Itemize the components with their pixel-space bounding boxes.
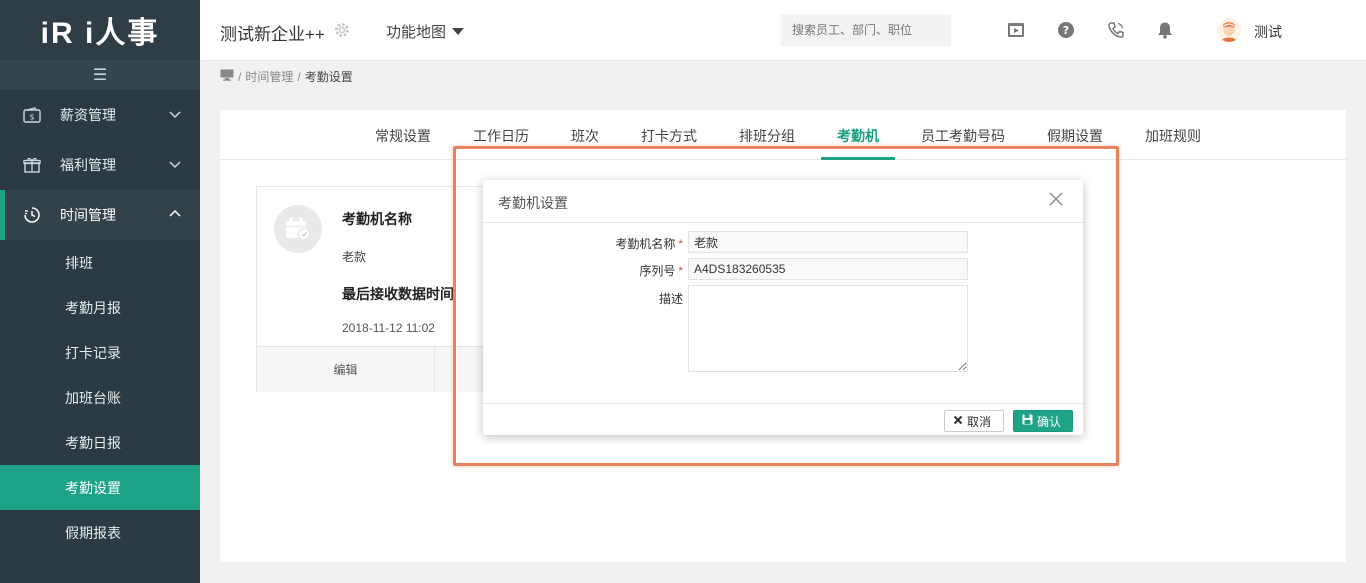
- sidebar-subitem-label: 加班台账: [65, 389, 121, 406]
- app-logo[interactable]: iR i人事: [0, 0, 200, 60]
- sidebar-subitem-label: 排班: [65, 254, 93, 271]
- chevron-up-icon: [168, 207, 182, 224]
- breadcrumb-parent[interactable]: 时间管理: [245, 68, 293, 85]
- close-icon[interactable]: [1047, 190, 1065, 208]
- phone-icon[interactable]: [1106, 20, 1126, 40]
- avatar[interactable]: [1217, 18, 1241, 42]
- sidebar: iR i人事 ☰ $ 薪资管理 福利管理 时间管理 排班 考勤月报 打卡记录 加…: [0, 0, 200, 583]
- dialog-header: 考勤机设置: [483, 180, 1083, 223]
- confirm-button[interactable]: 确认: [1013, 410, 1073, 432]
- clock-icon: [22, 206, 42, 224]
- sidebar-subitem-schedule[interactable]: 排班: [0, 240, 200, 285]
- sidebar-subitem-label: 打卡记录: [65, 344, 121, 361]
- serial-number-field-label: 序列号 *: [483, 262, 683, 279]
- gift-icon: [22, 156, 42, 174]
- sidebar-item-salary[interactable]: $ 薪资管理: [0, 90, 200, 140]
- caret-down-icon: [452, 23, 465, 40]
- username[interactable]: 测试: [1254, 22, 1282, 42]
- confirm-button-label: 确认: [1037, 414, 1062, 429]
- machine-name-value: 老款: [342, 250, 367, 264]
- active-tab-indicator: [821, 157, 895, 160]
- monitor-icon[interactable]: [220, 69, 234, 84]
- chevron-down-icon: [168, 107, 182, 124]
- sidebar-item-label: 薪资管理: [60, 107, 116, 123]
- close-icon: [953, 414, 963, 428]
- wallet-icon: $: [22, 106, 42, 124]
- tab-attendance-machine[interactable]: 考勤机: [837, 126, 879, 146]
- tab-punch-methods[interactable]: 打卡方式: [641, 126, 697, 146]
- sidebar-subitem-overtime-ledger[interactable]: 加班台账: [0, 375, 200, 420]
- last-received-label: 最后接收数据时间: [342, 286, 454, 302]
- edit-button-label: 编辑: [333, 363, 358, 377]
- sidebar-subitem-label: 考勤设置: [65, 479, 121, 496]
- help-icon[interactable]: ?: [1056, 20, 1076, 40]
- sidebar-item-benefits[interactable]: 福利管理: [0, 140, 200, 190]
- description-textarea[interactable]: [688, 285, 968, 372]
- sidebar-subitem-punch-records[interactable]: 打卡记录: [0, 330, 200, 375]
- tab-leave-settings[interactable]: 假期设置: [1047, 126, 1103, 146]
- machine-name-heading: 考勤机名称: [342, 211, 412, 227]
- calendar-check-icon: [274, 205, 322, 253]
- top-header: 测试新企业++ 功能地图 ? 测试: [200, 0, 1366, 61]
- sidebar-subitem-leave-report[interactable]: 假期报表: [0, 510, 200, 555]
- sidebar-item-time[interactable]: 时间管理: [0, 190, 200, 240]
- machine-name-input[interactable]: [688, 231, 968, 253]
- tab-general-settings[interactable]: 常规设置: [375, 126, 431, 146]
- hamburger-icon: ☰: [92, 67, 108, 84]
- video-icon[interactable]: [1006, 20, 1026, 40]
- required-mark: *: [678, 237, 683, 251]
- last-received-time: 2018-11-12 11:02: [342, 321, 435, 335]
- function-map-label: 功能地图: [386, 24, 447, 41]
- svg-text:$: $: [29, 113, 34, 122]
- dialog-footer: 取消 确认: [483, 403, 1083, 435]
- label-text: 描述: [658, 292, 683, 306]
- settings-tabs: 常规设置 工作日历 班次 打卡方式 排班分组 考勤机 员工考勤号码 假期设置 加…: [220, 110, 1346, 160]
- sidebar-subitem-label: 假期报表: [65, 524, 121, 541]
- company-name[interactable]: 测试新企业++: [220, 20, 325, 45]
- breadcrumb-current: 考勤设置: [304, 70, 353, 84]
- sidebar-subitem-label: 考勤日报: [65, 434, 121, 451]
- tab-schedule-groups[interactable]: 排班分组: [739, 126, 795, 146]
- breadcrumb-separator: /: [297, 69, 301, 84]
- sidebar-subitem-label: 考勤月报: [65, 299, 121, 316]
- bell-icon[interactable]: [1155, 20, 1175, 40]
- search-input[interactable]: [781, 14, 951, 46]
- breadcrumb: / 时间管理 / 考勤设置: [220, 68, 353, 85]
- label-text: 考勤机名称: [615, 237, 676, 251]
- sidebar-subitem-attendance-settings[interactable]: 考勤设置: [0, 465, 200, 510]
- menu-toggle[interactable]: ☰: [0, 60, 200, 90]
- sidebar-subitem-monthly-report[interactable]: 考勤月报: [0, 285, 200, 330]
- serial-number-input[interactable]: [688, 258, 968, 280]
- tab-shifts[interactable]: 班次: [571, 126, 599, 146]
- dialog-title: 考勤机设置: [498, 195, 568, 211]
- sidebar-bottom: [0, 563, 200, 583]
- label-text: 序列号: [639, 264, 676, 278]
- sidebar-item-label: 时间管理: [60, 207, 116, 223]
- save-icon: [1022, 414, 1033, 428]
- cancel-button-label: 取消: [967, 414, 992, 429]
- function-map-dropdown[interactable]: 功能地图: [386, 21, 465, 42]
- required-mark: *: [678, 264, 683, 278]
- sidebar-item-label: 福利管理: [60, 157, 116, 173]
- cancel-button[interactable]: 取消: [944, 410, 1004, 432]
- machine-name-field-label: 考勤机名称 *: [483, 235, 683, 252]
- chevron-down-icon: [168, 157, 182, 174]
- tab-work-calendar[interactable]: 工作日历: [473, 126, 529, 146]
- attendance-machine-settings-dialog: 考勤机设置 考勤机名称* 序列号* 描述 取消 确认: [483, 180, 1083, 435]
- edit-button[interactable]: 编辑: [257, 347, 435, 392]
- svg-text:?: ?: [1063, 24, 1069, 37]
- tab-employee-attendance-numbers[interactable]: 员工考勤号码: [921, 126, 1005, 146]
- gear-icon[interactable]: [333, 21, 351, 42]
- breadcrumb-separator: /: [238, 69, 242, 84]
- tab-overtime-rules[interactable]: 加班规则: [1145, 126, 1201, 146]
- logo-text: iR i人事: [40, 17, 160, 50]
- description-field-label: 描述: [483, 290, 683, 307]
- sidebar-subitem-daily-report[interactable]: 考勤日报: [0, 420, 200, 465]
